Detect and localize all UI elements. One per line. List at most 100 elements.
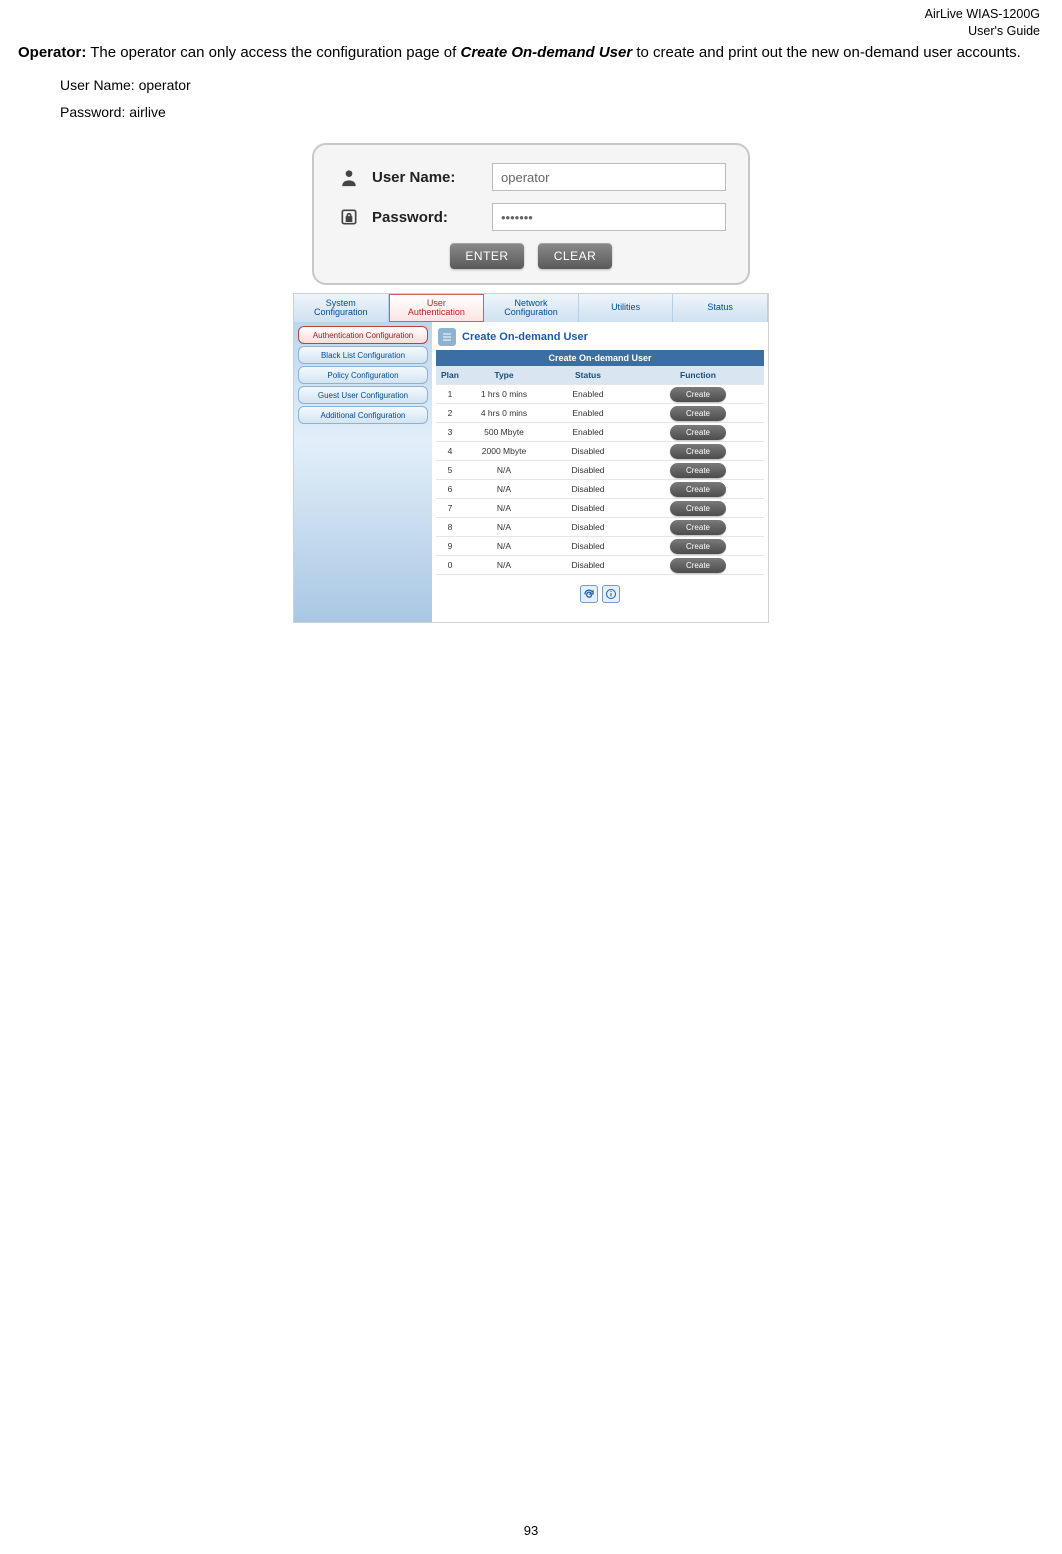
table-row: 7N/ADisabledCreate <box>436 499 764 518</box>
table-rows: 11 hrs 0 minsEnabledCreate24 hrs 0 minsE… <box>436 385 764 575</box>
td-type: N/A <box>464 522 544 532</box>
td-plan: 9 <box>436 541 464 551</box>
page-heading-text: Create On-demand User <box>462 331 588 343</box>
td-type: 4 hrs 0 mins <box>464 408 544 418</box>
login-card: User Name: Password: ENTER CLEAR <box>312 143 750 285</box>
td-status: Disabled <box>544 560 632 570</box>
user-line-label: User Name: <box>60 77 139 93</box>
table-title: Create On-demand User <box>436 350 764 366</box>
td-status: Disabled <box>544 446 632 456</box>
create-button[interactable]: Create <box>670 501 726 516</box>
td-status: Disabled <box>544 541 632 551</box>
user-name-input[interactable] <box>492 163 726 191</box>
td-plan: 0 <box>436 560 464 570</box>
refresh-icon[interactable] <box>580 585 598 603</box>
td-plan: 7 <box>436 503 464 513</box>
td-function: Create <box>632 539 764 554</box>
table-header-row: Plan Type Status Function <box>436 366 764 385</box>
tab-label: User Authentication <box>408 299 465 318</box>
td-plan: 1 <box>436 389 464 399</box>
table-row: 24 hrs 0 minsEnabledCreate <box>436 404 764 423</box>
pass-line: Password: airlive <box>60 99 1044 126</box>
table-row: 5N/ADisabledCreate <box>436 461 764 480</box>
create-button[interactable]: Create <box>670 387 726 402</box>
user-line-value: operator <box>139 77 191 93</box>
th-function: Function <box>632 370 764 380</box>
table-row: 9N/ADisabledCreate <box>436 537 764 556</box>
td-status: Disabled <box>544 484 632 494</box>
td-function: Create <box>632 482 764 497</box>
tab-utilities[interactable]: Utilities <box>579 294 674 322</box>
td-status: Disabled <box>544 503 632 513</box>
tab-status[interactable]: Status <box>673 294 768 322</box>
tab-system-configuration[interactable]: System Configuration <box>294 294 389 322</box>
td-type: 1 hrs 0 mins <box>464 389 544 399</box>
sidebar-item-guest-user-configuration[interactable]: Guest User Configuration <box>298 386 428 404</box>
td-plan: 2 <box>436 408 464 418</box>
td-status: Disabled <box>544 465 632 475</box>
doc-header: AirLive WIAS-1200G User's Guide <box>925 6 1040 40</box>
user-icon <box>336 164 362 190</box>
page-number: 93 <box>0 1523 1062 1538</box>
create-button[interactable]: Create <box>670 539 726 554</box>
td-function: Create <box>632 558 764 573</box>
td-plan: 4 <box>436 446 464 456</box>
td-status: Disabled <box>544 522 632 532</box>
td-function: Create <box>632 406 764 421</box>
td-status: Enabled <box>544 389 632 399</box>
td-type: N/A <box>464 465 544 475</box>
table-row: 3500 MbyteEnabledCreate <box>436 423 764 442</box>
sidebar-item-black-list-configuration[interactable]: Black List Configuration <box>298 346 428 364</box>
user-name-label: User Name: <box>372 169 492 186</box>
operator-bold: Operator: <box>18 44 86 61</box>
tab-bar: System Configuration User Authentication… <box>294 294 768 322</box>
tab-label: Utilities <box>611 303 640 312</box>
td-function: Create <box>632 463 764 478</box>
th-status: Status <box>544 370 632 380</box>
sidebar-item-additional-configuration[interactable]: Additional Configuration <box>298 406 428 424</box>
th-plan: Plan <box>436 370 464 380</box>
create-button[interactable]: Create <box>670 520 726 535</box>
td-plan: 6 <box>436 484 464 494</box>
password-input[interactable] <box>492 203 726 231</box>
create-button[interactable]: Create <box>670 463 726 478</box>
tab-user-authentication[interactable]: User Authentication <box>389 294 485 322</box>
create-button[interactable]: Create <box>670 444 726 459</box>
sidebar: Authentication Configuration Black List … <box>294 322 432 622</box>
intro-emph: Create On-demand User <box>460 44 632 61</box>
tab-network-configuration[interactable]: Network Configuration <box>484 294 579 322</box>
password-label: Password: <box>372 209 492 226</box>
create-button[interactable]: Create <box>670 558 726 573</box>
config-panel: System Configuration User Authentication… <box>293 293 769 623</box>
td-type: N/A <box>464 560 544 570</box>
table-row: 0N/ADisabled Create <box>436 556 764 575</box>
info-icon[interactable] <box>602 585 620 603</box>
create-button[interactable]: Create <box>670 406 726 421</box>
td-function: Create <box>632 520 764 535</box>
product-name: AirLive WIAS-1200G <box>925 6 1040 23</box>
intro-paragraph: Operator: The operator can only access t… <box>18 38 1044 68</box>
clear-button[interactable]: CLEAR <box>538 243 612 269</box>
doc-title: User's Guide <box>925 23 1040 40</box>
td-plan: 3 <box>436 427 464 437</box>
enter-button[interactable]: ENTER <box>450 243 524 269</box>
td-plan: 8 <box>436 522 464 532</box>
td-function: Create <box>632 387 764 402</box>
table-row: 42000 MbyteDisabledCreate <box>436 442 764 461</box>
pass-line-value: airlive <box>129 104 166 120</box>
create-button[interactable]: Create <box>670 425 726 440</box>
sidebar-item-policy-configuration[interactable]: Policy Configuration <box>298 366 428 384</box>
credentials-block: User Name: operator Password: airlive <box>60 72 1044 125</box>
pass-line-label: Password: <box>60 104 129 120</box>
td-function: Create <box>632 425 764 440</box>
sidebar-item-authentication-configuration[interactable]: Authentication Configuration <box>298 326 428 344</box>
login-card-wrap: User Name: Password: ENTER CLEAR <box>312 143 750 285</box>
login-row-user: User Name: <box>336 163 726 191</box>
login-button-row: ENTER CLEAR <box>336 243 726 269</box>
tab-label: Network Configuration <box>504 299 558 318</box>
table-row: 8N/ADisabled Create <box>436 518 764 537</box>
create-button[interactable]: Create <box>670 482 726 497</box>
td-function: Create <box>632 501 764 516</box>
page-heading-row: Create On-demand User <box>436 326 764 350</box>
user-line: User Name: operator <box>60 72 1044 99</box>
